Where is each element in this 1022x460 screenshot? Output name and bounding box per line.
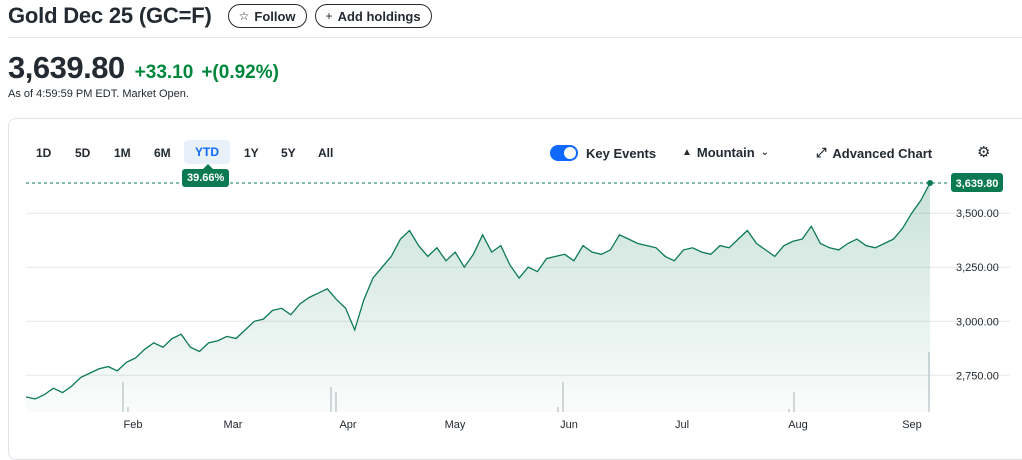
x-tick-label: Feb — [124, 419, 143, 431]
price-chart: 3,500.00 3,250.00 3,000.00 2,750.00 Feb Mar A… — [25, 173, 1010, 431]
y-tick-label: 3,500.00 — [956, 208, 999, 220]
x-tick-label: Sep — [902, 419, 922, 431]
y-tick-label: 3,250.00 — [956, 262, 999, 274]
x-tick-label: Apr — [339, 419, 356, 431]
y-tick-label: 2,750.00 — [956, 370, 999, 382]
x-tick-label: Jul — [675, 419, 689, 431]
x-tick-label: Jun — [560, 419, 578, 431]
x-tick-label: Mar — [224, 419, 243, 431]
x-tick-label: Aug — [788, 419, 808, 431]
y-tick-label: 3,000.00 — [956, 316, 999, 328]
x-tick-label: May — [445, 419, 466, 431]
last-price-label: 3,639.80 — [956, 178, 999, 190]
last-price-point — [927, 180, 933, 187]
price-area — [26, 183, 930, 412]
